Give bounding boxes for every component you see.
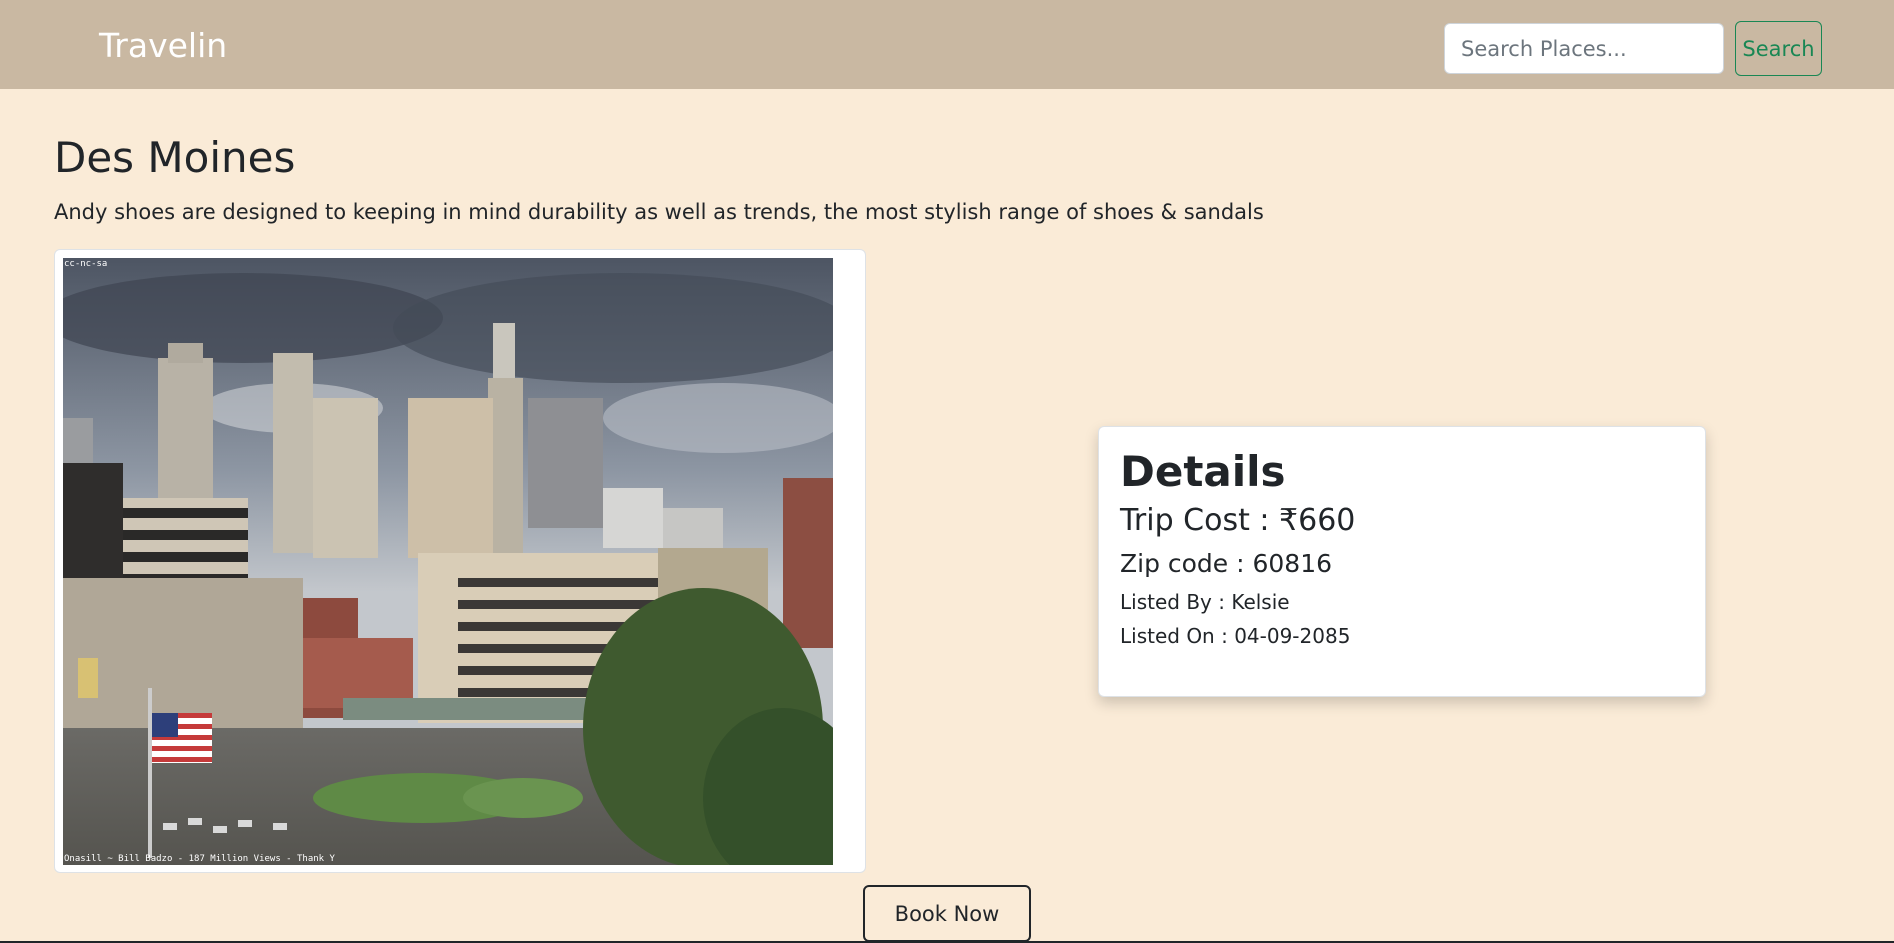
photo-card: cc-nc-sa Onasill ~ Bill Badzo - 187 Mill… [54, 249, 866, 873]
details-card: Details Trip Cost : ₹660 Zip code : 6081… [1098, 426, 1706, 697]
listed-on: Listed On : 04-09-2085 [1120, 624, 1351, 649]
photo-license: cc-nc-sa [64, 259, 108, 269]
search-button[interactable]: Search [1735, 21, 1822, 76]
city-skyline-image [63, 258, 833, 865]
photo-caption: Onasill ~ Bill Badzo - 187 Million Views… [64, 854, 335, 864]
navbar: Travelin Search [0, 0, 1894, 89]
zip-code: Zip code : 60816 [1120, 549, 1333, 579]
city-photo: cc-nc-sa Onasill ~ Bill Badzo - 187 Mill… [63, 258, 833, 865]
page-title: Des Moines [54, 133, 296, 182]
search-input[interactable] [1444, 23, 1724, 74]
listed-by: Listed By : Kelsie [1120, 590, 1290, 615]
trip-cost: Trip Cost : ₹660 [1120, 503, 1356, 539]
brand-logo[interactable]: Travelin [99, 26, 227, 65]
details-title: Details [1120, 447, 1286, 496]
book-now-button[interactable]: Book Now [863, 885, 1031, 942]
place-description: Andy shoes are designed to keeping in mi… [54, 200, 1264, 224]
